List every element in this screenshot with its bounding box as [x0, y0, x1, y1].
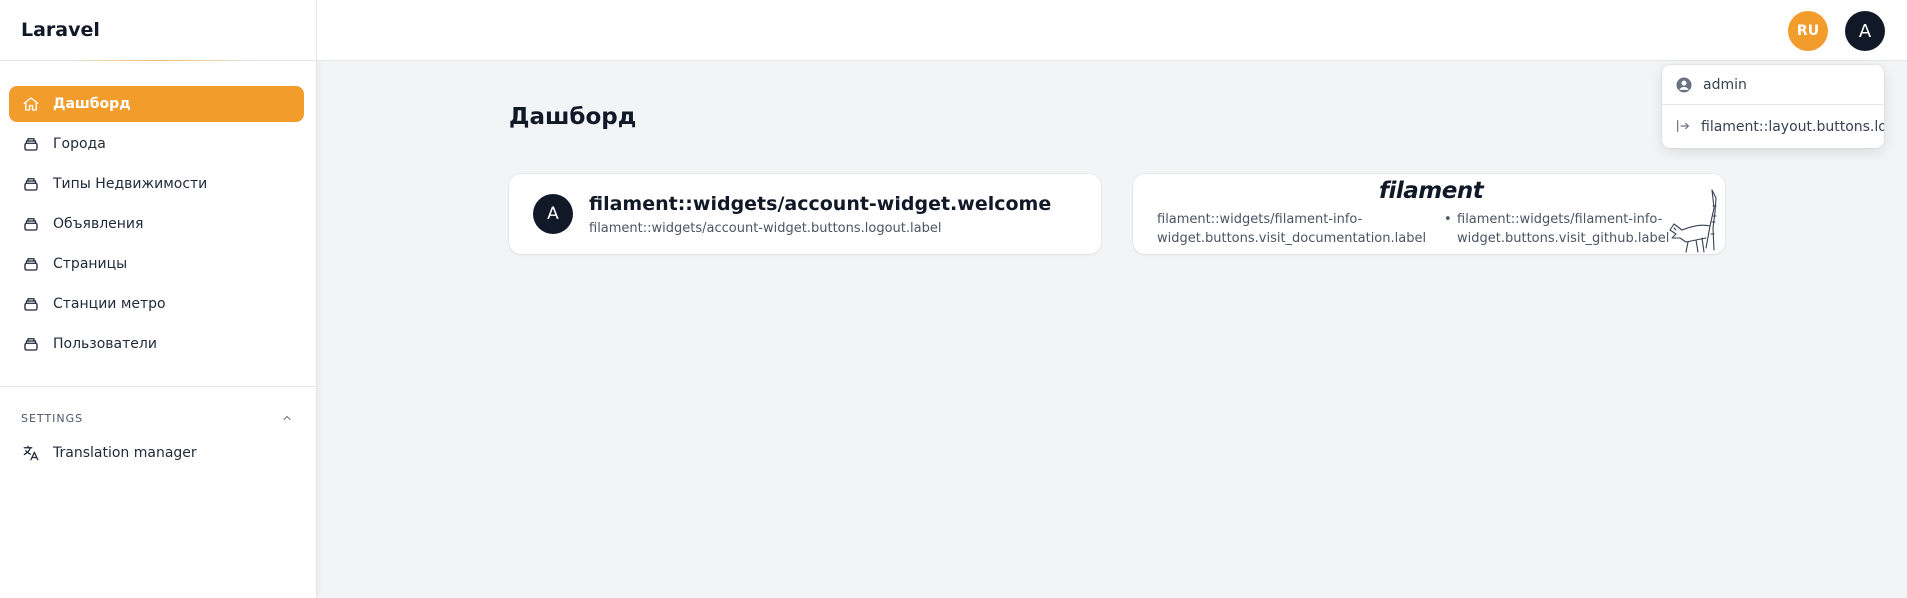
- translate-icon: [21, 443, 41, 463]
- user-circle-icon: [1675, 76, 1693, 94]
- logout-button[interactable]: filament::layout.buttons.logout.label: [1662, 105, 1884, 148]
- sidebar-item-label: Дашборд: [53, 96, 131, 112]
- sidebar-item-label: Пользователи: [53, 336, 157, 352]
- language-switch-button[interactable]: RU: [1788, 11, 1828, 51]
- collection-icon: [21, 134, 41, 154]
- sidebar-item-dashboard[interactable]: Дашборд: [9, 86, 304, 122]
- collection-icon: [21, 254, 41, 274]
- page-title: Дашборд: [509, 104, 637, 130]
- user-name: admin: [1703, 76, 1747, 93]
- sidebar-header: Laravel: [0, 0, 316, 61]
- sidebar-divider: [0, 386, 317, 387]
- sidebar-item-label: Города: [53, 136, 106, 152]
- avatar: A: [533, 194, 573, 234]
- collection-icon: [21, 334, 41, 354]
- sidebar-item-pages[interactable]: Страницы: [9, 246, 304, 282]
- sidebar-nav: Дашборд Города Типы Недвижимости Объявле…: [9, 86, 304, 366]
- sidebar: Laravel Дашборд Города Типы Недвижимости…: [0, 0, 317, 598]
- filament-info-widget: filament filament::widgets/filament-info…: [1133, 174, 1725, 254]
- sidebar-item-label: Translation manager: [53, 445, 197, 461]
- collection-icon: [21, 214, 41, 234]
- settings-group-header[interactable]: SETTINGS: [21, 411, 294, 425]
- collection-icon: [21, 294, 41, 314]
- sidebar-item-metro-stations[interactable]: Станции метро: [9, 286, 304, 322]
- visit-github-link[interactable]: filament::widgets/filament-info-widget.b…: [1457, 210, 1687, 248]
- sidebar-item-translation-manager[interactable]: Translation manager: [21, 443, 197, 463]
- chevron-up-icon[interactable]: [280, 411, 294, 425]
- sidebar-item-listings[interactable]: Объявления: [9, 206, 304, 242]
- group-title: SETTINGS: [21, 411, 84, 425]
- user-menu-dropdown: admin filament::layout.buttons.logout.la…: [1662, 65, 1884, 148]
- logout-label: filament::layout.buttons.logout.label: [1701, 118, 1884, 135]
- sidebar-item-label: Станции метро: [53, 296, 166, 312]
- filament-logo: filament: [1379, 178, 1484, 204]
- visit-documentation-link[interactable]: filament::widgets/filament-info-widget.b…: [1157, 210, 1437, 248]
- sidebar-item-label: Объявления: [53, 216, 144, 232]
- collection-icon: [21, 174, 41, 194]
- user-menu-avatar[interactable]: A: [1845, 11, 1885, 51]
- filament-mascot-icon: [1669, 189, 1717, 253]
- sidebar-item-users[interactable]: Пользователи: [9, 326, 304, 362]
- sidebar-item-label: Типы Недвижимости: [53, 176, 208, 192]
- user-menu-account[interactable]: admin: [1662, 65, 1884, 105]
- account-welcome: filament::widgets/account-widget.welcome: [589, 193, 1052, 215]
- account-logout-link[interactable]: filament::widgets/account-widget.buttons…: [589, 221, 941, 236]
- topbar: [317, 0, 1907, 61]
- sidebar-item-label: Страницы: [53, 256, 128, 272]
- home-icon: [21, 94, 41, 114]
- sidebar-item-property-types[interactable]: Типы Недвижимости: [9, 166, 304, 202]
- brand-logo[interactable]: Laravel: [21, 19, 100, 41]
- separator-dot: •: [1444, 212, 1452, 227]
- sidebar-item-cities[interactable]: Города: [9, 126, 304, 162]
- logout-icon: [1675, 118, 1691, 136]
- account-widget: A filament::widgets/account-widget.welco…: [509, 174, 1101, 254]
